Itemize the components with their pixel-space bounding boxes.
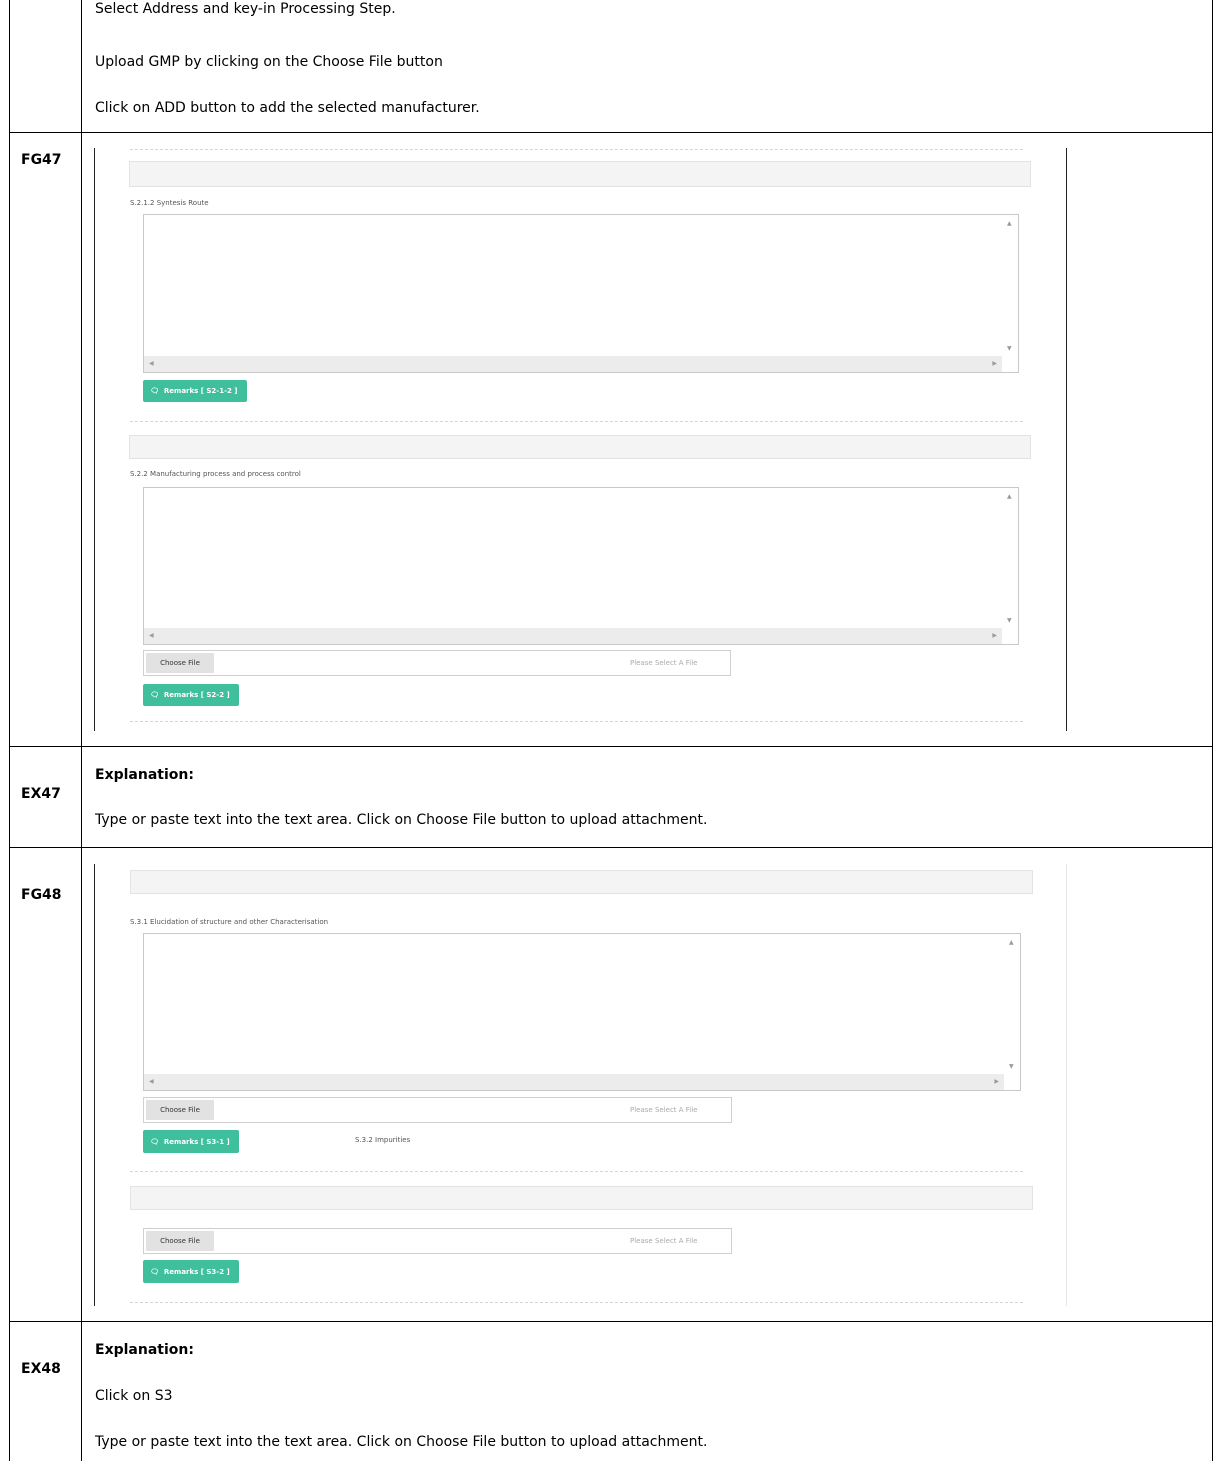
row-label-ex48: EX48: [21, 1361, 61, 1377]
arrow-left-icon[interactable]: ◀: [149, 361, 154, 367]
choose-file-button[interactable]: Choose File: [146, 1100, 214, 1120]
screenshot-right-edge: [1066, 864, 1067, 1306]
row-divider-1: [9, 132, 1213, 133]
scrollbar-corner: [1004, 1074, 1020, 1090]
comment-icon: 🗨: [150, 1267, 159, 1276]
field-label-s2-1-2: S.2.1.2 Syntesis Route: [130, 199, 209, 207]
arrow-down-icon[interactable]: ▼: [1009, 1064, 1014, 1070]
instruction-line-2: Upload GMP by clicking on the Choose Fil…: [95, 54, 443, 70]
remarks-button-s2-1-2[interactable]: 🗨 Remarks [ S2-1-2 ]: [143, 380, 247, 402]
arrow-right-icon[interactable]: ▶: [994, 1079, 999, 1085]
explanation-text: Type or paste text into the text area. C…: [95, 812, 708, 828]
remarks-label: Remarks [ S3-2 ]: [163, 1267, 230, 1276]
section-header-bar: [130, 870, 1033, 894]
horizontal-scrollbar[interactable]: ◀ ▶: [144, 356, 1002, 372]
instruction-line-3: Click on ADD button to add the selected …: [95, 100, 480, 116]
arrow-left-icon[interactable]: ◀: [149, 1079, 154, 1085]
section-separator: [130, 721, 1023, 722]
choose-file-button[interactable]: Choose File: [146, 653, 214, 673]
remarks-button-s2-2[interactable]: 🗨 Remarks [ S2-2 ]: [143, 684, 239, 706]
explanation-text-2: Type or paste text into the text area. C…: [95, 1434, 708, 1450]
scrollbar-corner: [1002, 356, 1018, 372]
arrow-left-icon[interactable]: ◀: [149, 633, 154, 639]
file-placeholder: Please Select A File: [630, 1237, 698, 1245]
screenshot-right-edge: [1066, 148, 1067, 731]
field-label-s3-2: S.3.2 Impurities: [355, 1136, 411, 1144]
arrow-up-icon[interactable]: ▲: [1009, 940, 1014, 946]
remarks-button-s3-1[interactable]: 🗨 Remarks [ S3-1 ]: [143, 1130, 239, 1153]
section-header-bar: [129, 161, 1031, 187]
vertical-scrollbar[interactable]: ▲ ▼: [1002, 215, 1018, 356]
horizontal-scrollbar[interactable]: ◀ ▶: [144, 628, 1002, 644]
section-separator: [130, 1302, 1023, 1303]
explanation-text-1: Click on S3: [95, 1388, 173, 1404]
horizontal-scrollbar[interactable]: ◀ ▶: [144, 1074, 1004, 1090]
arrow-down-icon[interactable]: ▼: [1007, 346, 1012, 352]
row-divider-3: [9, 847, 1213, 848]
textarea-s2-1-2[interactable]: ▲ ▼ ◀ ▶: [143, 214, 1019, 373]
remarks-button-s3-2[interactable]: 🗨 Remarks [ S3-2 ]: [143, 1260, 239, 1283]
row-divider-2: [9, 746, 1213, 747]
arrow-right-icon[interactable]: ▶: [992, 361, 997, 367]
table-left-border: [9, 0, 10, 1461]
comment-icon: 🗨: [150, 387, 159, 395]
comment-icon: 🗨: [150, 1137, 159, 1146]
field-label-s2-2: S.2.2 Manufacturing process and process …: [130, 470, 301, 478]
screenshot-left-edge: [94, 148, 95, 731]
scrollbar-corner: [1002, 628, 1018, 644]
choose-file-button[interactable]: Choose File: [146, 1231, 214, 1251]
table-right-border: [1212, 0, 1213, 1461]
field-label-s3-1: S.3.1 Elucidation of structure and other…: [130, 918, 329, 926]
file-input-s3-2[interactable]: Choose File Please Select A File: [143, 1228, 732, 1254]
section-separator: [130, 1171, 1023, 1172]
file-input-s2-2[interactable]: Choose File Please Select A File: [143, 650, 731, 676]
comment-icon: 🗨: [150, 691, 159, 699]
arrow-right-icon[interactable]: ▶: [992, 633, 997, 639]
remarks-label: Remarks [ S2-2 ]: [163, 691, 230, 699]
explanation-heading: Explanation:: [95, 1342, 194, 1358]
arrow-up-icon[interactable]: ▲: [1007, 494, 1012, 500]
explanation-heading: Explanation:: [95, 767, 194, 783]
arrow-down-icon[interactable]: ▼: [1007, 618, 1012, 624]
section-header-bar: [130, 1186, 1033, 1210]
screenshot-left-edge: [94, 864, 95, 1306]
row-label-fg47: FG47: [21, 152, 62, 168]
section-header-bar: [129, 435, 1031, 459]
remarks-label: Remarks [ S2-1-2 ]: [163, 387, 238, 395]
arrow-up-icon[interactable]: ▲: [1007, 221, 1012, 227]
remarks-label: Remarks [ S3-1 ]: [163, 1137, 230, 1146]
file-input-s3-1[interactable]: Choose File Please Select A File: [143, 1097, 732, 1123]
row-label-ex47: EX47: [21, 786, 61, 802]
textarea-s3-1[interactable]: ▲ ▼ ◀ ▶: [143, 933, 1021, 1091]
vertical-scrollbar[interactable]: ▲ ▼: [1002, 488, 1018, 628]
section-separator: [130, 149, 1023, 150]
row-label-fg48: FG48: [21, 887, 62, 903]
textarea-s2-2[interactable]: ▲ ▼ ◀ ▶: [143, 487, 1019, 645]
instruction-line-1: Select Address and key-in Processing Ste…: [95, 1, 396, 17]
table-column-divider: [81, 0, 82, 1461]
row-divider-4: [9, 1321, 1213, 1322]
file-placeholder: Please Select A File: [630, 659, 698, 667]
vertical-scrollbar[interactable]: ▲ ▼: [1004, 934, 1020, 1074]
file-placeholder: Please Select A File: [630, 1106, 698, 1114]
section-separator: [130, 421, 1023, 422]
